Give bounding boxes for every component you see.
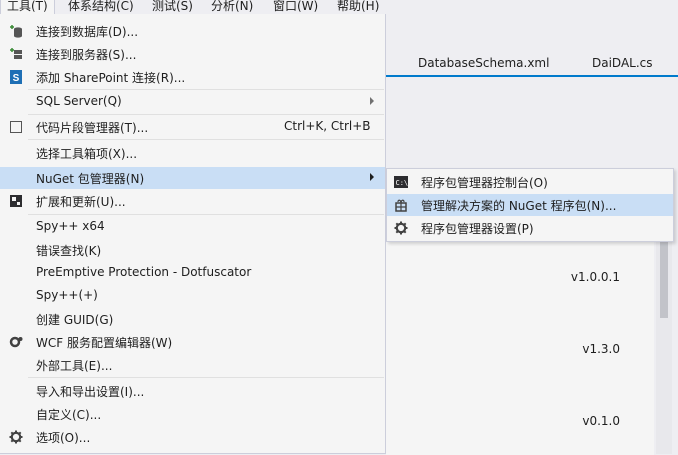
menu-separator bbox=[28, 377, 384, 378]
menu-item-label: 选项(O)... bbox=[36, 431, 91, 445]
menu-item-create-guid[interactable]: 创建 GUID(G) bbox=[0, 308, 385, 330]
connect-server-icon bbox=[10, 48, 22, 59]
menu-item-label: 错误查找(K) bbox=[36, 244, 102, 258]
menu-item-dotfuscator[interactable]: PreEmptive Protection - Dotfuscator bbox=[0, 262, 385, 284]
menu-item-label: NuGet 包管理器(N) bbox=[36, 172, 145, 186]
svg-text:C:\: C:\ bbox=[396, 179, 409, 187]
menu-item-import-export-settings[interactable]: 导入和导出设置(I)... bbox=[0, 380, 385, 402]
menu-tools[interactable]: 工具(T) bbox=[0, 0, 55, 14]
sharepoint-icon: S bbox=[10, 70, 22, 84]
menu-item-label: WCF 服务配置编辑器(W) bbox=[36, 336, 173, 350]
menu-item-label: Spy++(+) bbox=[36, 288, 98, 302]
menu-item-label: 管理解决方案的 NuGet 程序包(N)... bbox=[421, 199, 617, 213]
document-tabs: DatabaseSchema.xml DaiDAL.cs bbox=[386, 56, 678, 76]
version-label: v1.0.0.1 bbox=[570, 270, 620, 284]
menu-item-label: 代码片段管理器(T)... bbox=[36, 121, 149, 135]
menu-item-label: SQL Server(Q) bbox=[36, 94, 122, 108]
menu-item-nuget[interactable]: NuGet 包管理器(N) bbox=[0, 167, 385, 189]
menu-item-label: 添加 SharePoint 连接(R)... bbox=[36, 71, 186, 85]
code-snippet-icon bbox=[10, 121, 22, 133]
menu-item-label: 扩展和更新(U)... bbox=[36, 195, 126, 209]
menu-item-label: 选择工具箱项(X)... bbox=[36, 147, 138, 161]
menu-item-customize[interactable]: 自定义(C)... bbox=[0, 403, 385, 425]
menu-item-label: 创建 GUID(G) bbox=[36, 313, 114, 327]
menu-item-code-snippets[interactable]: 代码片段管理器(T)... Ctrl+K, Ctrl+B bbox=[0, 116, 385, 138]
menu-separator bbox=[28, 214, 384, 215]
menu-bar: 工具(T) 体系结构(C) 测试(S) 分析(N) 窗口(W) 帮助(H) bbox=[0, 0, 678, 14]
menu-separator bbox=[28, 114, 384, 115]
gear-icon bbox=[394, 221, 408, 235]
svg-text:S: S bbox=[13, 73, 20, 84]
nuget-package-icon bbox=[395, 199, 407, 212]
menu-item-connect-server[interactable]: 连接到服务器(S)... bbox=[0, 43, 385, 65]
gear-icon bbox=[9, 430, 23, 444]
menu-item-label: Spy++ x64 bbox=[36, 219, 105, 233]
menu-item-wcf-config[interactable]: WCF 服务配置编辑器(W) bbox=[0, 331, 385, 353]
menu-item-connect-database[interactable]: 连接到数据库(D)... bbox=[0, 20, 385, 42]
connect-database-icon bbox=[10, 25, 22, 38]
submenu-arrow-icon bbox=[370, 97, 374, 105]
scrollbar-thumb[interactable] bbox=[660, 240, 668, 318]
menu-analyze[interactable]: 分析(N) bbox=[211, 0, 253, 14]
menu-test[interactable]: 测试(S) bbox=[152, 0, 193, 14]
menu-item-error-lookup[interactable]: 错误查找(K) bbox=[0, 239, 385, 261]
tab-daidal[interactable]: DaiDAL.cs bbox=[592, 56, 653, 70]
menu-item-shortcut: Ctrl+K, Ctrl+B bbox=[284, 119, 371, 133]
wcf-config-icon bbox=[9, 336, 23, 348]
menu-item-label: 程序包管理器设置(P) bbox=[421, 222, 534, 236]
tab-database-schema[interactable]: DatabaseSchema.xml bbox=[418, 56, 549, 70]
menu-item-manage-nuget-packages[interactable]: 管理解决方案的 NuGet 程序包(N)... bbox=[387, 194, 673, 216]
menu-item-label: 外部工具(E)... bbox=[36, 359, 113, 373]
menu-item-label: 程序包管理器控制台(O) bbox=[421, 176, 548, 190]
tab-underline bbox=[386, 75, 678, 77]
nuget-submenu: C:\ 程序包管理器控制台(O) 管理解决方案的 NuGet 程序包(N)...… bbox=[386, 168, 674, 242]
menu-item-options[interactable]: 选项(O)... bbox=[0, 426, 385, 448]
menu-item-label: 导入和导出设置(I)... bbox=[36, 385, 145, 399]
menu-help[interactable]: 帮助(H) bbox=[337, 0, 379, 14]
tools-menu: 连接到数据库(D)... 连接到服务器(S)... S 添加 SharePoin… bbox=[0, 14, 386, 454]
menu-separator bbox=[28, 89, 384, 90]
menu-item-add-sharepoint[interactable]: S 添加 SharePoint 连接(R)... bbox=[0, 66, 385, 88]
menu-item-sql-server[interactable]: SQL Server(Q) bbox=[0, 91, 385, 113]
menu-item-spy-x64[interactable]: Spy++ x64 bbox=[0, 216, 385, 238]
menu-separator bbox=[28, 139, 384, 140]
menu-window[interactable]: 窗口(W) bbox=[273, 0, 318, 14]
extensions-icon bbox=[10, 195, 22, 207]
menu-item-label: 连接到服务器(S)... bbox=[36, 48, 137, 62]
version-label: v0.1.0 bbox=[582, 414, 620, 428]
menu-item-package-manager-settings[interactable]: 程序包管理器设置(P) bbox=[387, 217, 673, 239]
console-icon: C:\ bbox=[394, 176, 409, 188]
menu-item-label: 连接到数据库(D)... bbox=[36, 25, 139, 39]
menu-item-choose-toolbox-items[interactable]: 选择工具箱项(X)... bbox=[0, 142, 385, 164]
submenu-arrow-icon bbox=[370, 173, 374, 181]
menu-item-label: 自定义(C)... bbox=[36, 408, 102, 422]
menu-item-external-tools[interactable]: 外部工具(E)... bbox=[0, 354, 385, 376]
menu-item-label: PreEmptive Protection - Dotfuscator bbox=[36, 265, 252, 279]
menu-item-extensions[interactable]: 扩展和更新(U)... bbox=[0, 190, 385, 212]
version-label: v1.3.0 bbox=[582, 342, 620, 356]
menu-item-package-manager-console[interactable]: C:\ 程序包管理器控制台(O) bbox=[387, 171, 673, 193]
menu-architecture[interactable]: 体系结构(C) bbox=[68, 0, 134, 14]
menu-item-spy-plus[interactable]: Spy++(+) bbox=[0, 285, 385, 307]
